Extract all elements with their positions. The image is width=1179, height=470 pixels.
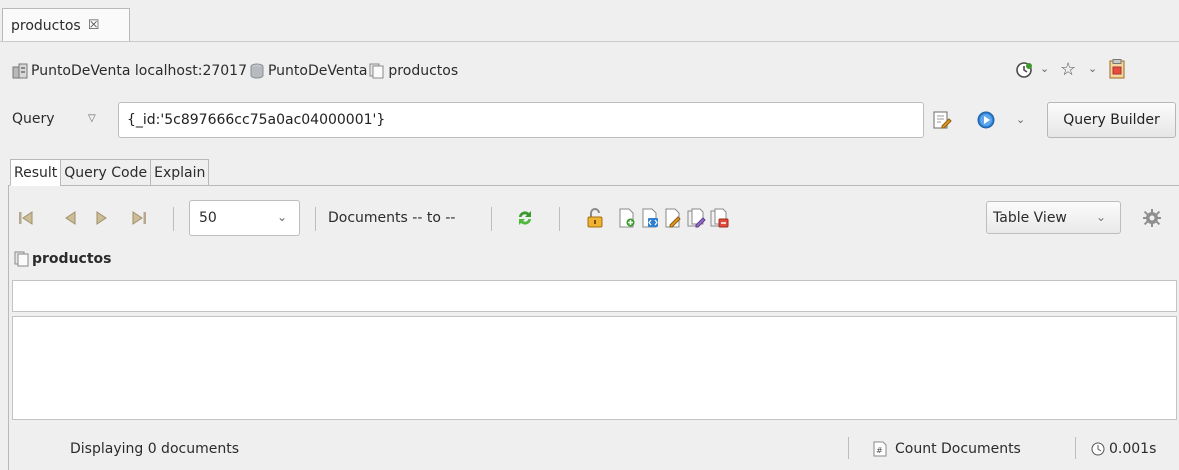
clock-icon	[1091, 442, 1105, 456]
edit-document-icon[interactable]	[664, 208, 682, 228]
next-page-icon[interactable]	[93, 209, 111, 227]
server-icon	[12, 63, 28, 79]
last-page-icon[interactable]	[130, 209, 148, 227]
first-page-icon[interactable]	[17, 209, 35, 227]
collection-icon	[14, 251, 30, 267]
count-documents-label: Count Documents	[895, 441, 1021, 457]
result-collection-name: productos	[32, 251, 112, 267]
refresh-icon[interactable]	[515, 208, 535, 228]
settings-gear-icon[interactable]	[1142, 208, 1162, 228]
previous-page-icon[interactable]	[61, 209, 79, 227]
query-label: Query	[12, 111, 55, 127]
tab-explain[interactable]: Explain	[150, 159, 210, 186]
count-icon: #	[872, 441, 888, 457]
query-timing: 0.001s	[1091, 441, 1156, 457]
breadcrumb-collection[interactable]: productos	[388, 63, 458, 79]
edit-in-place-icon[interactable]	[687, 208, 707, 228]
tab-divider	[0, 41, 1179, 42]
editor-tab-strip	[0, 0, 1179, 42]
delete-document-icon[interactable]	[710, 208, 730, 228]
result-table-body[interactable]	[12, 316, 1177, 420]
edit-query-icon[interactable]	[932, 110, 952, 130]
result-collection-label: productos	[14, 251, 111, 267]
toolbar-separator	[315, 207, 316, 231]
elapsed-time: 0.001s	[1109, 441, 1157, 457]
json-document-icon[interactable]	[641, 208, 659, 228]
documents-range-label: Documents -- to --	[328, 210, 456, 226]
close-icon[interactable]: ☒	[88, 18, 100, 33]
breadcrumb: PuntoDeVenta localhost:27017 PuntoDeVent…	[12, 60, 460, 82]
chevron-down-icon: ⌄	[1095, 210, 1106, 224]
svg-text:#: #	[876, 446, 883, 455]
query-builder-button[interactable]: Query Builder	[1047, 102, 1176, 138]
breadcrumb-database[interactable]: PuntoDeVenta	[268, 63, 367, 79]
history-icon[interactable]	[1014, 60, 1034, 80]
toolbar-separator	[173, 207, 174, 231]
result-tabs: Result Query Code Explain	[10, 159, 210, 186]
collection-icon	[369, 63, 385, 79]
run-options-chevron-icon[interactable]: ⌄	[1016, 113, 1025, 126]
result-table-header	[12, 280, 1177, 312]
count-documents-button[interactable]: # Count Documents	[872, 441, 1021, 457]
breadcrumb-server[interactable]: PuntoDeVenta localhost:27017	[31, 63, 247, 79]
unlock-icon[interactable]	[586, 208, 604, 228]
editor-tab-productos[interactable]: productos ☒	[2, 8, 130, 42]
view-mode-label: Table View	[993, 209, 1067, 226]
tab-result[interactable]: Result	[10, 159, 61, 186]
tab-query-code[interactable]: Query Code	[60, 159, 151, 186]
insert-document-icon[interactable]	[618, 208, 636, 228]
editor-tab-label: productos	[11, 17, 81, 34]
star-icon[interactable]: ☆	[1060, 59, 1076, 80]
chevron-down-icon[interactable]: ⌄	[1040, 62, 1049, 75]
query-input[interactable]	[118, 102, 924, 138]
run-query-icon[interactable]	[976, 110, 996, 130]
chevron-down-icon: ⌄	[276, 210, 287, 224]
toolbar-separator	[559, 207, 560, 231]
toolbar-separator	[491, 207, 492, 231]
view-mode-select[interactable]: Table View ⌄	[986, 201, 1121, 234]
page-size-select[interactable]: 50 ⌄	[189, 200, 300, 236]
chevron-down-icon[interactable]: ⌄	[1088, 62, 1097, 75]
query-history-dropdown-icon[interactable]: ▽	[88, 113, 96, 124]
database-icon	[249, 63, 265, 79]
page-size-value: 50	[199, 210, 217, 226]
status-separator	[848, 437, 849, 459]
clipboard-icon[interactable]	[1108, 59, 1126, 79]
status-message: Displaying 0 documents	[70, 441, 239, 457]
status-separator	[1075, 437, 1076, 459]
